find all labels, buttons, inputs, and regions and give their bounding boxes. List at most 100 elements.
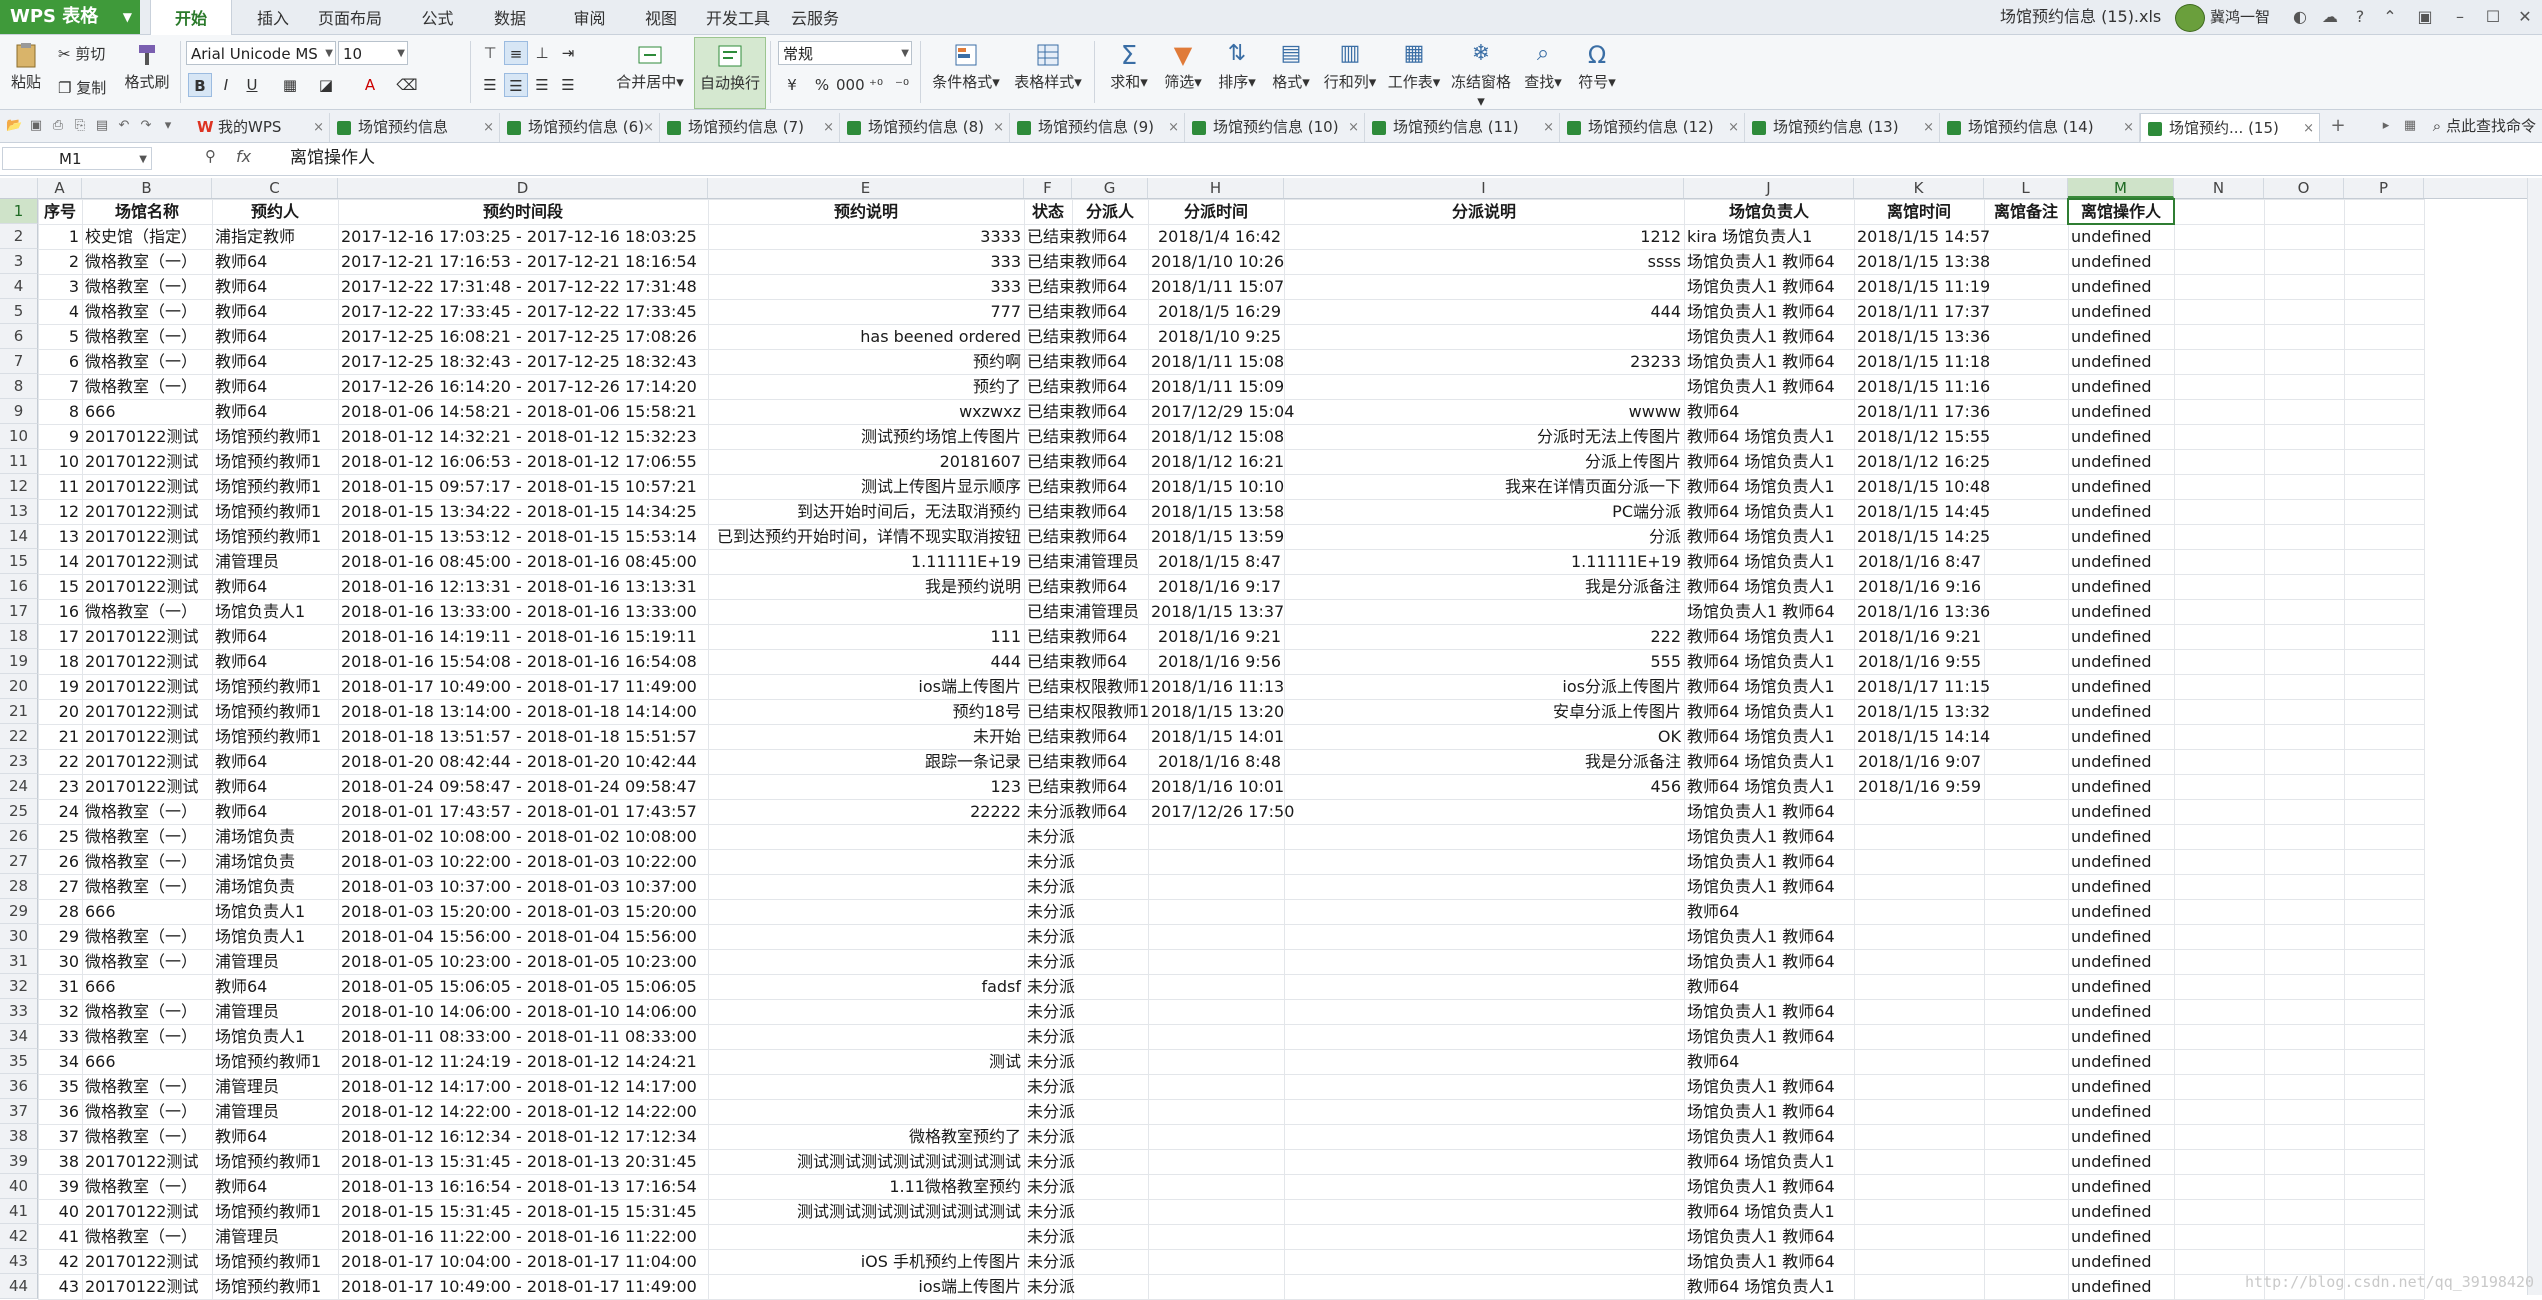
table-cell[interactable]: 未分派: [1024, 849, 1075, 874]
table-cell[interactable]: 2018-01-04 15:56:00 - 2018-01-04 15:56:0…: [338, 924, 708, 949]
table-cell[interactable]: 2017-12-21 17:16:53 - 2017-12-21 18:16:5…: [338, 249, 708, 274]
decrease-decimal-icon[interactable]: ⁻⁰: [890, 73, 914, 97]
table-cell[interactable]: 10: [38, 449, 82, 474]
table-cell[interactable]: 分派时无法上传图片: [1284, 424, 1684, 449]
table-cell[interactable]: 已结束: [1024, 299, 1075, 324]
menu-item-2[interactable]: 页面布局: [310, 0, 390, 34]
table-cell[interactable]: 2018-01-10 14:06:00 - 2018-01-10 14:06:0…: [338, 999, 708, 1024]
table-cell[interactable]: 2018-01-11 08:33:00 - 2018-01-11 08:33:0…: [338, 1024, 708, 1049]
table-cell[interactable]: 教师64: [1072, 349, 1148, 374]
header-cell[interactable]: 离馆时间: [1854, 199, 1984, 224]
table-cell[interactable]: undefined: [2068, 1224, 2174, 1249]
table-cell[interactable]: 场馆负责人1 教师64: [1684, 849, 1854, 874]
align-left-icon[interactable]: ☰: [478, 73, 502, 97]
table-cell[interactable]: 教师64: [212, 749, 338, 774]
table-cell[interactable]: 34: [38, 1049, 82, 1074]
table-cell[interactable]: 教师64: [212, 349, 338, 374]
table-cell[interactable]: 4: [38, 299, 82, 324]
table-cell[interactable]: 2018/1/12 15:55: [1854, 424, 1990, 449]
table-cell[interactable]: 浦场馆负责: [212, 874, 338, 899]
table-cell[interactable]: 2018-01-16 12:13:31 - 2018-01-16 13:13:3…: [338, 574, 708, 599]
table-cell[interactable]: 微格教室（一）: [82, 924, 212, 949]
table-cell[interactable]: undefined: [2068, 1099, 2174, 1124]
table-cell[interactable]: 场馆预约教师1: [212, 1049, 338, 1074]
table-cell[interactable]: undefined: [2068, 449, 2174, 474]
table-cell[interactable]: undefined: [2068, 624, 2174, 649]
document-tab[interactable]: 场馆预约信息 (13) ×: [1745, 113, 1940, 142]
column-header[interactable]: F: [1024, 178, 1072, 198]
table-cell[interactable]: undefined: [2068, 924, 2174, 949]
close-tab-icon[interactable]: ×: [1348, 113, 1359, 142]
table-cell[interactable]: 教师64: [212, 274, 338, 299]
table-cell[interactable]: 20170122测试: [82, 674, 212, 699]
table-cell[interactable]: undefined: [2068, 424, 2174, 449]
header-cell[interactable]: 场馆负责人: [1684, 199, 1854, 224]
header-cell[interactable]: 预约说明: [708, 199, 1024, 224]
close-tab-icon[interactable]: ×: [823, 113, 834, 142]
table-cell[interactable]: 教师64: [212, 299, 338, 324]
table-cell[interactable]: 2018/1/10 9:25: [1148, 324, 1284, 349]
table-cell[interactable]: 2018/1/16 9:17: [1148, 574, 1284, 599]
table-cell[interactable]: 权限教师1: [1072, 674, 1149, 699]
table-cell[interactable]: 预约18号: [708, 699, 1024, 724]
column-header[interactable]: A: [38, 178, 82, 198]
table-cell[interactable]: 2018/1/15 11:19: [1854, 274, 1990, 299]
table-cell[interactable]: 1212: [1284, 224, 1684, 249]
table-cell[interactable]: 教师64 场馆负责人1: [1684, 574, 1854, 599]
avatar[interactable]: [2175, 4, 2205, 32]
column-header[interactable]: K: [1854, 178, 1984, 198]
table-cell[interactable]: 已结束: [1024, 324, 1075, 349]
table-cell[interactable]: 微格教室（一）: [82, 249, 212, 274]
table-cell[interactable]: 校史馆（指定）: [82, 224, 212, 249]
table-cell[interactable]: 教师64 场馆负责人1: [1684, 699, 1854, 724]
table-cell[interactable]: 2018/1/4 16:42: [1148, 224, 1284, 249]
table-cell[interactable]: 未分派: [1024, 1174, 1075, 1199]
table-cell[interactable]: 测试测试测试测试测试测试测试: [708, 1199, 1024, 1224]
table-cell[interactable]: 19: [38, 674, 82, 699]
table-cell[interactable]: 浦管理员: [212, 999, 338, 1024]
table-cell[interactable]: 教师64: [212, 249, 338, 274]
document-tab[interactable]: 场馆预约信息 (12) ×: [1560, 113, 1745, 142]
table-cell[interactable]: 未分派: [1024, 1099, 1075, 1124]
table-cell[interactable]: 微格教室（一）: [82, 349, 212, 374]
table-cell[interactable]: 场馆预约教师1: [212, 474, 338, 499]
table-cell[interactable]: 2018/1/10 10:26: [1148, 249, 1284, 274]
wps-app-menu-button[interactable]: WPS 表格 ▼: [0, 0, 140, 34]
document-tab[interactable]: W 我的WPS ×: [190, 113, 330, 142]
table-cell[interactable]: 教师64: [212, 774, 338, 799]
table-cell[interactable]: 教师64: [212, 974, 338, 999]
row-header[interactable]: 39: [0, 1149, 38, 1174]
table-cell[interactable]: 40: [38, 1199, 82, 1224]
row-header[interactable]: 23: [0, 749, 38, 774]
table-cell[interactable]: 2017/12/26 17:50: [1148, 799, 1294, 824]
column-header[interactable]: L: [1984, 178, 2068, 198]
table-cell[interactable]: 教师64: [1684, 399, 1854, 424]
table-cell[interactable]: 23: [38, 774, 82, 799]
table-cell[interactable]: 41: [38, 1224, 82, 1249]
table-cell[interactable]: 教师64: [212, 649, 338, 674]
table-cell[interactable]: 教师64: [1072, 374, 1148, 399]
table-cell[interactable]: 2018/1/15 14:45: [1854, 499, 1990, 524]
table-cell[interactable]: wxzwxz: [708, 399, 1024, 424]
table-cell[interactable]: 分派: [1284, 524, 1684, 549]
row-header[interactable]: 10: [0, 424, 38, 449]
close-tab-icon[interactable]: ×: [2303, 114, 2314, 141]
table-cell[interactable]: 2018/1/16 13:36: [1854, 599, 1990, 624]
table-cell[interactable]: 浦管理员: [1072, 549, 1148, 574]
table-cell[interactable]: undefined: [2068, 1124, 2174, 1149]
table-cell[interactable]: 2018/1/16 11:13: [1148, 674, 1284, 699]
close-tab-icon[interactable]: ×: [643, 113, 654, 142]
open-icon[interactable]: 📂: [6, 118, 22, 134]
justify-icon[interactable]: ☰: [556, 73, 580, 97]
tab-tools-icon[interactable]: ▦: [2402, 118, 2418, 134]
font-color-icon[interactable]: A: [358, 73, 382, 97]
table-cell[interactable]: 2018/1/11 17:36: [1854, 399, 1990, 424]
table-cell[interactable]: 2018/1/11 15:09: [1148, 374, 1284, 399]
table-cell[interactable]: undefined: [2068, 699, 2174, 724]
row-header[interactable]: 15: [0, 549, 38, 574]
table-cell[interactable]: 场馆负责人1 教师64: [1684, 599, 1854, 624]
table-cell[interactable]: 未分派: [1024, 1274, 1075, 1299]
table-cell[interactable]: undefined: [2068, 474, 2174, 499]
table-cell[interactable]: 2018-01-03 10:37:00 - 2018-01-03 10:37:0…: [338, 874, 708, 899]
redo-icon[interactable]: ↷: [138, 118, 154, 134]
